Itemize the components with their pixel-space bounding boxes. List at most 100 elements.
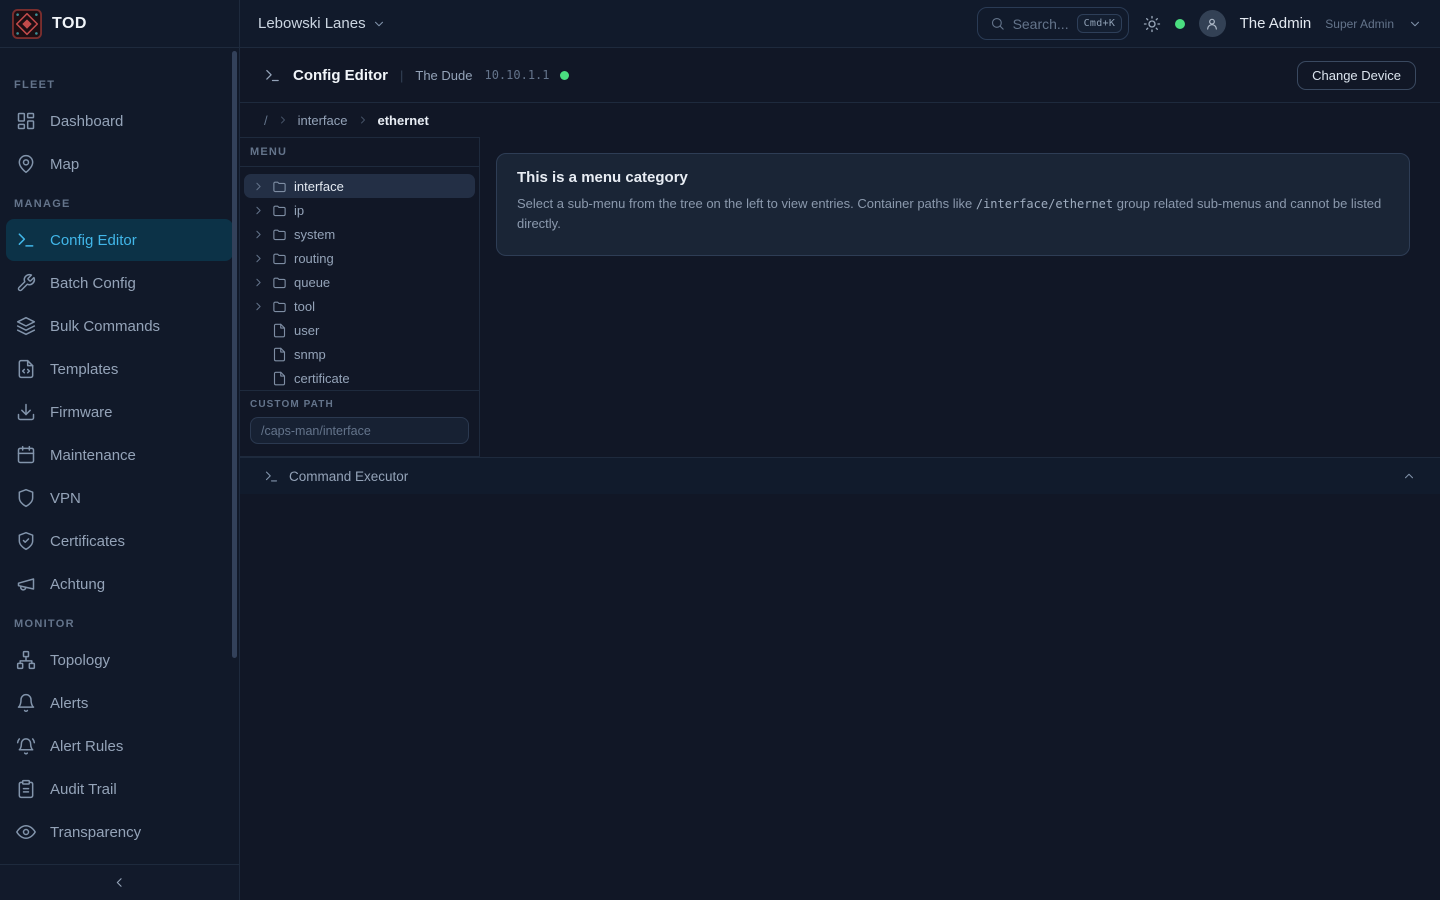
sidebar-item-transparency[interactable]: Transparency bbox=[6, 811, 233, 853]
folder-icon bbox=[272, 203, 287, 218]
sidebar-item-audit-trail[interactable]: Audit Trail bbox=[6, 768, 233, 810]
chevron-up-icon[interactable] bbox=[1402, 469, 1416, 483]
custom-path-label: CUSTOM PATH bbox=[250, 399, 469, 410]
tree-item-system[interactable]: system bbox=[244, 222, 475, 246]
sidebar-item-alert-rules[interactable]: Alert Rules bbox=[6, 725, 233, 767]
tree-item-routing[interactable]: routing bbox=[244, 246, 475, 270]
terminal-icon bbox=[264, 67, 281, 84]
device-name: The Dude bbox=[415, 68, 472, 83]
brand: TOD bbox=[0, 0, 240, 47]
folder-icon bbox=[272, 299, 287, 314]
sidebar-item-alerts[interactable]: Alerts bbox=[6, 682, 233, 724]
tree-item-label: ip bbox=[294, 203, 304, 218]
sidebar-item-label: Audit Trail bbox=[50, 781, 117, 798]
user-role: Super Admin bbox=[1325, 17, 1394, 31]
search-input[interactable]: Search... Cmd+K bbox=[977, 7, 1129, 40]
search-icon bbox=[990, 16, 1005, 31]
sidebar-item-topology[interactable]: Topology bbox=[6, 639, 233, 681]
chevron-right-icon[interactable] bbox=[252, 300, 265, 313]
sidebar-item-vpn[interactable]: VPN bbox=[6, 477, 233, 519]
info-body: Select a sub-menu from the tree on the l… bbox=[517, 194, 1389, 233]
sidebar-item-label: Achtung bbox=[50, 576, 105, 593]
connection-status-dot bbox=[1175, 19, 1185, 29]
tree-indent bbox=[252, 348, 265, 361]
avatar[interactable] bbox=[1199, 10, 1226, 37]
chevron-right-icon[interactable] bbox=[252, 276, 265, 289]
sidebar-item-label: Maintenance bbox=[50, 447, 136, 464]
tree-item-tool[interactable]: tool bbox=[244, 294, 475, 318]
sidebar-item-templates[interactable]: Templates bbox=[6, 348, 233, 390]
network-icon bbox=[16, 650, 36, 670]
sidebar-item-bulk-commands[interactable]: Bulk Commands bbox=[6, 305, 233, 347]
sidebar-item-dashboard[interactable]: Dashboard bbox=[6, 100, 233, 142]
sidebar-item-batch-config[interactable]: Batch Config bbox=[6, 262, 233, 304]
topbar-right: Search... Cmd+K The Admin Super Admin bbox=[977, 7, 1440, 40]
sidebar-item-label: Firmware bbox=[50, 404, 113, 421]
theme-toggle-sun-icon[interactable] bbox=[1143, 15, 1161, 33]
chevron-right-icon[interactable] bbox=[252, 204, 265, 217]
tree-item-certificate[interactable]: certificate bbox=[244, 366, 475, 390]
user-menu-chevron-down-icon[interactable] bbox=[1408, 17, 1422, 31]
tree-item-label: routing bbox=[294, 251, 334, 266]
sidebar-item-firmware[interactable]: Firmware bbox=[6, 391, 233, 433]
sidebar-item-label: Alerts bbox=[50, 695, 88, 712]
terminal-icon bbox=[264, 469, 279, 484]
sidebar-item-label: Config Editor bbox=[50, 232, 137, 249]
sidebar-item-maintenance[interactable]: Maintenance bbox=[6, 434, 233, 476]
sidebar-collapse-button[interactable] bbox=[0, 864, 239, 900]
tree-item-interface[interactable]: interface bbox=[244, 174, 475, 198]
topbar: TOD Lebowski Lanes Search... Cmd+K The A… bbox=[0, 0, 1440, 48]
sidebar-item-label: Transparency bbox=[50, 824, 141, 841]
map-pin-icon bbox=[16, 154, 36, 174]
sidebar-item-certificates[interactable]: Certificates bbox=[6, 520, 233, 562]
sidebar-item-achtung[interactable]: Achtung bbox=[6, 563, 233, 605]
sidebar-section-manage: MANAGE bbox=[0, 195, 239, 213]
menu-category-info-box: This is a menu category Select a sub-men… bbox=[496, 153, 1410, 256]
tree-item-label: system bbox=[294, 227, 335, 242]
tree-item-snmp[interactable]: snmp bbox=[244, 342, 475, 366]
org-name: Lebowski Lanes bbox=[258, 15, 366, 32]
bell-ring-icon bbox=[16, 736, 36, 756]
page-title: Config Editor bbox=[293, 67, 388, 84]
sidebar-item-label: Batch Config bbox=[50, 275, 136, 292]
tree-item-ip[interactable]: ip bbox=[244, 198, 475, 222]
sidebar-item-config-editor[interactable]: Config Editor bbox=[6, 219, 233, 261]
sidebar-item-label: Topology bbox=[50, 652, 110, 669]
calendar-icon bbox=[16, 445, 36, 465]
folder-icon bbox=[272, 275, 287, 290]
tree-indent bbox=[252, 324, 265, 337]
dashboard-icon bbox=[16, 111, 36, 131]
org-switcher[interactable]: Lebowski Lanes bbox=[258, 15, 386, 32]
clipboard-icon bbox=[16, 779, 36, 799]
search-shortcut-badge: Cmd+K bbox=[1077, 14, 1123, 33]
sidebar-section-monitor: MONITOR bbox=[0, 615, 239, 633]
command-executor-bar[interactable]: Command Executor bbox=[240, 457, 1440, 494]
breadcrumb-root[interactable]: / bbox=[264, 113, 268, 128]
sidebar-item-map[interactable]: Map bbox=[6, 143, 233, 185]
tod-logo-icon bbox=[12, 9, 42, 39]
tree-item-label: interface bbox=[294, 179, 344, 194]
shield-icon bbox=[16, 488, 36, 508]
file-icon bbox=[272, 371, 287, 386]
shield-check-icon bbox=[16, 531, 36, 551]
page-header: Config Editor | The Dude 10.10.1.1 Chang… bbox=[240, 48, 1440, 103]
breadcrumb-parent[interactable]: interface bbox=[298, 113, 348, 128]
sidebar: FLEET Dashboard Map MANAGE Config Editor… bbox=[0, 48, 240, 900]
chevron-right-icon[interactable] bbox=[252, 180, 265, 193]
device-ip: 10.10.1.1 bbox=[484, 68, 549, 82]
menu-tree: interface ip system routing bbox=[240, 167, 479, 390]
tree-item-label: snmp bbox=[294, 347, 326, 362]
info-body-text: Select a sub-menu from the tree on the l… bbox=[517, 196, 976, 211]
tree-item-queue[interactable]: queue bbox=[244, 270, 475, 294]
tree-item-user[interactable]: user bbox=[244, 318, 475, 342]
sidebar-scrollbar[interactable] bbox=[232, 51, 237, 658]
chevron-right-icon bbox=[357, 114, 369, 126]
layers-icon bbox=[16, 316, 36, 336]
chevron-right-icon[interactable] bbox=[252, 252, 265, 265]
change-device-button[interactable]: Change Device bbox=[1297, 61, 1416, 90]
sidebar-item-label: Certificates bbox=[50, 533, 125, 550]
eye-icon bbox=[16, 822, 36, 842]
custom-path-input[interactable] bbox=[250, 417, 469, 444]
sidebar-item-label: VPN bbox=[50, 490, 81, 507]
chevron-right-icon[interactable] bbox=[252, 228, 265, 241]
